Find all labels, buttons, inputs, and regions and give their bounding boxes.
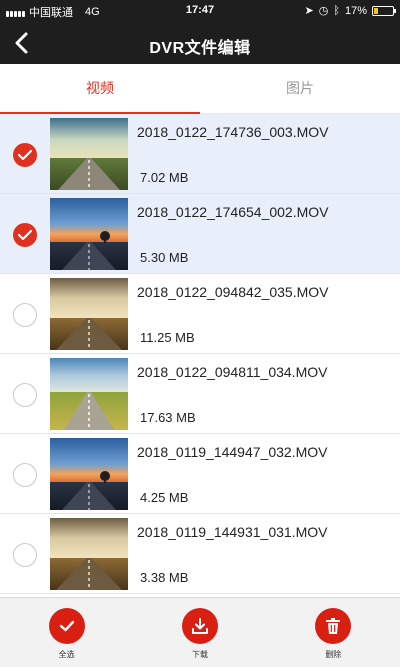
battery-icon xyxy=(372,5,396,16)
file-row[interactable]: 2018_0122_174736_003.MOV 7.02 MB xyxy=(0,114,400,194)
checkmark-icon xyxy=(17,229,33,241)
file-size: 4.25 MB xyxy=(140,490,189,505)
file-list: 2018_0122_174736_003.MOV 7.02 MB 2018_01… xyxy=(0,114,400,595)
file-size: 11.25 MB xyxy=(140,330,195,345)
checkmark-icon xyxy=(17,149,33,161)
select-all-button[interactable]: 全选 xyxy=(17,598,117,667)
location-icon: ➤ xyxy=(304,5,314,17)
select-all-label: 全选 xyxy=(58,650,75,659)
file-name: 2018_0122_174654_002.MOV xyxy=(137,204,329,220)
checkmark-icon xyxy=(59,620,74,632)
row-checkbox[interactable] xyxy=(13,303,37,327)
file-row[interactable]: 2018_0119_144947_032.MOV 4.25 MB xyxy=(0,434,400,514)
delete-circle[interactable] xyxy=(315,608,352,644)
file-row[interactable]: 2018_0119_144931_031.MOV 3.38 MB xyxy=(0,514,400,594)
file-size: 7.02 MB xyxy=(140,170,189,185)
file-size: 3.38 MB xyxy=(140,570,189,585)
file-name: 2018_0119_144947_032.MOV xyxy=(137,444,328,460)
row-checkbox[interactable] xyxy=(13,143,37,167)
file-size: 17.63 MB xyxy=(140,410,196,425)
delete-button[interactable]: 删除 xyxy=(283,598,383,667)
file-size: 5.30 MB xyxy=(140,250,189,265)
download-label: 下载 xyxy=(191,650,208,659)
select-all-circle[interactable] xyxy=(48,608,85,644)
video-thumbnail xyxy=(50,278,128,350)
download-icon xyxy=(191,618,208,634)
file-row[interactable]: 2018_0122_094842_035.MOV 11.25 MB xyxy=(0,274,400,354)
nav-bar: DVR文件编辑 xyxy=(0,22,400,64)
row-checkbox[interactable] xyxy=(13,463,37,487)
file-row[interactable]: 2018_0122_174654_002.MOV 5.30 MB xyxy=(0,194,400,274)
row-checkbox[interactable] xyxy=(13,543,37,567)
delete-label: 删除 xyxy=(325,650,342,659)
bluetooth-icon: ᛒ xyxy=(333,4,340,17)
tab-bar: 视频 图片 xyxy=(0,64,400,114)
video-thumbnail xyxy=(50,198,128,270)
row-checkbox[interactable] xyxy=(13,223,37,247)
video-thumbnail xyxy=(50,118,128,190)
download-button[interactable]: 下载 xyxy=(150,598,250,667)
file-name: 2018_0122_094842_035.MOV xyxy=(137,284,329,300)
page-title: DVR文件编辑 xyxy=(149,40,251,57)
tab-images[interactable]: 图片 xyxy=(200,64,400,113)
tab-videos[interactable]: 视频 xyxy=(0,64,200,114)
file-name: 2018_0119_144931_031.MOV xyxy=(137,524,328,540)
video-thumbnail xyxy=(50,518,128,590)
video-thumbnail xyxy=(50,358,128,430)
row-checkbox[interactable] xyxy=(13,383,37,407)
file-row[interactable]: 2018_0122_094811_034.MOV 17.63 MB xyxy=(0,354,400,434)
status-right: ➤ ◷ ᛒ 17% xyxy=(304,4,396,17)
bottom-action-bar: 全选 下载 删除 xyxy=(0,597,400,667)
alarm-icon: ◷ xyxy=(318,5,329,17)
battery-percent: 17% xyxy=(344,4,367,17)
trash-icon xyxy=(326,618,341,634)
video-thumbnail xyxy=(50,438,128,510)
status-bar: 中国联通 4G 17:47 ➤ ◷ ᛒ 17% xyxy=(0,0,400,22)
download-circle[interactable] xyxy=(181,608,218,644)
file-name: 2018_0122_094811_034.MOV xyxy=(137,364,328,380)
file-name: 2018_0122_174736_003.MOV xyxy=(137,124,329,140)
